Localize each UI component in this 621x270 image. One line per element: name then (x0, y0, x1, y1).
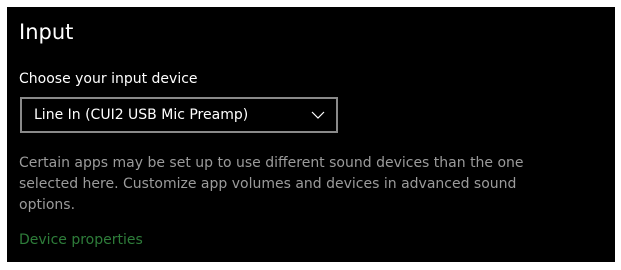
input-device-description: Certain apps may be set up to use differ… (19, 155, 524, 213)
input-settings-panel: Input Choose your input device Line In (… (7, 7, 615, 262)
input-device-selected-value: Line In (CUI2 USB Mic Preamp) (34, 107, 249, 123)
input-device-dropdown[interactable]: Line In (CUI2 USB Mic Preamp) (20, 97, 338, 133)
device-properties-link[interactable]: Device properties (19, 231, 143, 249)
section-title: Input (19, 20, 74, 44)
chevron-down-icon (311, 111, 325, 119)
input-device-label: Choose your input device (19, 71, 198, 87)
